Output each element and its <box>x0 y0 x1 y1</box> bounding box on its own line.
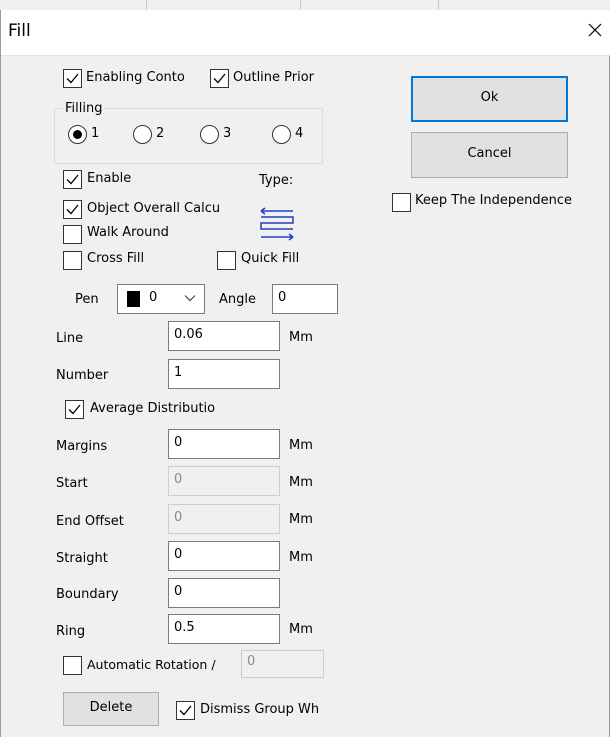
chevron-down-icon <box>184 295 196 302</box>
pen-value: 0 <box>149 290 158 305</box>
strip-divider <box>438 0 439 10</box>
number-input[interactable]: 1 <box>168 359 280 389</box>
start-unit: Mm <box>289 475 313 490</box>
dismiss-group-label: Dismiss Group Wh <box>200 702 320 717</box>
background-window-strip <box>0 0 610 10</box>
enabling-contour-checkbox[interactable] <box>63 69 82 88</box>
ok-button-label: Ok <box>480 90 499 105</box>
cancel-button[interactable]: Cancel <box>411 132 568 178</box>
end-offset-value: 0 <box>174 510 183 525</box>
walk-around-checkbox[interactable] <box>63 225 82 244</box>
fill-dialog: Fill Enabling Conto Outline Prior Fillin… <box>0 10 610 737</box>
rotation-value: 0 <box>247 654 256 669</box>
checkmark-icon <box>66 204 79 215</box>
strip-divider <box>146 0 147 10</box>
close-button[interactable] <box>581 16 609 44</box>
angle-value: 0 <box>278 290 287 305</box>
automatic-rotation-label: Automatic Rotation / <box>87 657 216 672</box>
keep-independence-checkbox[interactable] <box>392 193 411 212</box>
enable-checkbox[interactable] <box>63 170 82 189</box>
filling-radio-4[interactable] <box>272 125 291 144</box>
pen-select[interactable]: 0 <box>117 284 205 314</box>
strip-divider <box>300 0 301 10</box>
boundary-label: Boundary <box>56 587 119 602</box>
average-distribution-label: Average Distributio <box>90 401 216 416</box>
boundary-input[interactable]: 0 <box>168 578 280 608</box>
delete-button-label: Delete <box>89 700 133 715</box>
delete-button[interactable]: Delete <box>63 692 159 726</box>
fill-type-pattern-icon[interactable] <box>257 206 297 242</box>
filling-radio-3-label: 3 <box>223 126 232 141</box>
outline-prior-checkbox[interactable] <box>210 69 229 88</box>
margins-value: 0 <box>174 435 183 450</box>
straight-label: Straight <box>56 551 108 566</box>
ring-value: 0.5 <box>174 620 195 635</box>
enable-label: Enable <box>87 171 132 186</box>
checkmark-icon <box>66 174 79 185</box>
cancel-button-label: Cancel <box>467 146 512 161</box>
ring-input[interactable]: 0.5 <box>168 614 280 644</box>
filling-group-label: Filling <box>63 101 105 116</box>
pen-color-swatch <box>127 291 140 307</box>
line-input[interactable]: 0.06 <box>168 321 280 351</box>
checkmark-icon <box>66 73 79 84</box>
ring-label: Ring <box>56 624 86 639</box>
average-distribution-checkbox[interactable] <box>65 400 84 419</box>
checkmark-icon <box>213 73 226 84</box>
end-offset-unit: Mm <box>289 512 313 527</box>
angle-label: Angle <box>219 292 256 307</box>
filling-radio-3[interactable] <box>200 125 219 144</box>
filling-radio-2-label: 2 <box>156 126 165 141</box>
cross-fill-label: Cross Fill <box>87 251 145 266</box>
cross-fill-checkbox[interactable] <box>63 251 82 270</box>
dismiss-group-checkbox[interactable] <box>176 701 195 720</box>
line-unit: Mm <box>289 330 313 345</box>
straight-input[interactable]: 0 <box>168 541 280 571</box>
start-input: 0 <box>168 466 280 496</box>
number-label: Number <box>56 368 109 383</box>
angle-input[interactable]: 0 <box>272 284 338 314</box>
object-overall-label: Object Overall Calcu <box>87 201 221 216</box>
title-bar: Fill <box>1 10 610 56</box>
enabling-contour-label: Enabling Conto <box>86 70 185 85</box>
end-offset-label: End Offset <box>56 514 124 529</box>
line-value: 0.06 <box>174 327 203 342</box>
quick-fill-label: Quick Fill <box>241 251 300 266</box>
checkmark-icon <box>68 404 81 415</box>
pen-label: Pen <box>75 292 99 307</box>
start-value: 0 <box>174 472 183 487</box>
end-offset-input: 0 <box>168 504 280 534</box>
ring-unit: Mm <box>289 622 313 637</box>
close-icon <box>588 23 602 37</box>
margins-input[interactable]: 0 <box>168 429 280 459</box>
filling-radio-4-label: 4 <box>295 126 304 141</box>
line-label: Line <box>56 331 84 346</box>
keep-independence-label: Keep The Independence <box>415 193 573 208</box>
margins-label: Margins <box>56 439 108 454</box>
rotation-input: 0 <box>241 650 324 678</box>
outline-prior-label: Outline Prior <box>233 70 315 85</box>
walk-around-label: Walk Around <box>87 225 169 240</box>
filling-radio-1[interactable] <box>68 125 87 144</box>
quick-fill-checkbox[interactable] <box>217 251 236 270</box>
type-label: Type: <box>259 173 294 188</box>
straight-unit: Mm <box>289 550 313 565</box>
start-label: Start <box>56 476 88 491</box>
automatic-rotation-checkbox[interactable] <box>63 656 82 675</box>
dialog-title: Fill <box>8 21 31 41</box>
margins-unit: Mm <box>289 438 313 453</box>
number-value: 1 <box>174 365 183 380</box>
filling-radio-1-label: 1 <box>91 126 100 141</box>
object-overall-checkbox[interactable] <box>63 200 82 219</box>
filling-radio-2[interactable] <box>133 125 152 144</box>
ok-button[interactable]: Ok <box>411 76 568 122</box>
checkmark-icon <box>179 705 192 716</box>
straight-value: 0 <box>174 547 183 562</box>
boundary-value: 0 <box>174 584 183 599</box>
radio-selected-dot <box>73 130 82 139</box>
